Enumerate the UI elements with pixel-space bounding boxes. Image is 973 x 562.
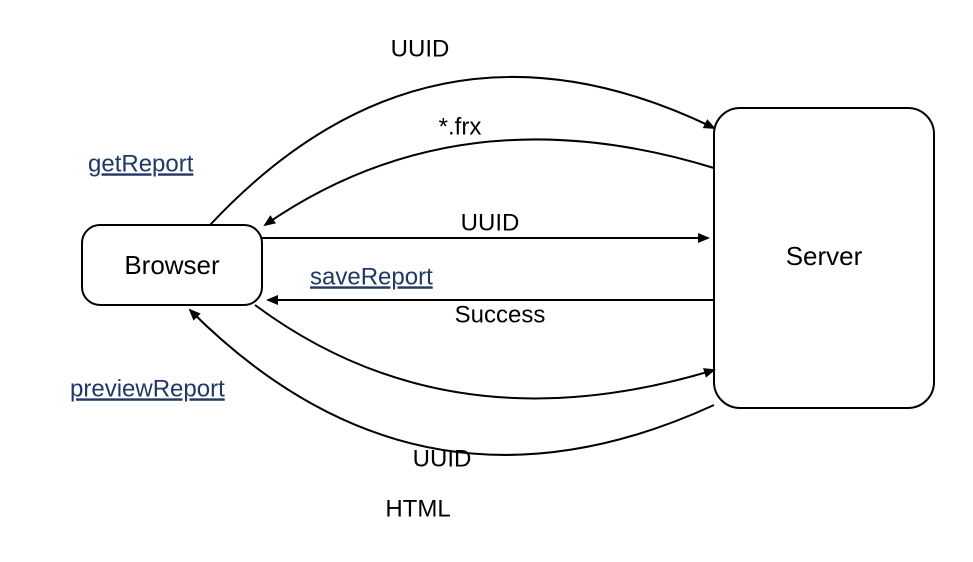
server-node: Server [714,108,934,408]
previewreport-group-label: previewReport [70,375,225,402]
getreport-response-label: *.frx [439,113,482,140]
getreport-request-label: UUID [391,35,450,62]
savereport-group-label: saveReport [310,263,433,290]
previewreport-response-arrow [190,310,714,455]
savereport-response-label: Success [455,301,546,328]
getreport-request-arrow [210,77,714,225]
browser-node: Browser [82,225,262,305]
getreport-group-label: getReport [88,150,194,177]
savereport-request-label: UUID [461,209,520,236]
previewreport-response-label: HTML [385,495,450,522]
server-label: Server [786,241,863,271]
browser-label: Browser [124,250,220,280]
